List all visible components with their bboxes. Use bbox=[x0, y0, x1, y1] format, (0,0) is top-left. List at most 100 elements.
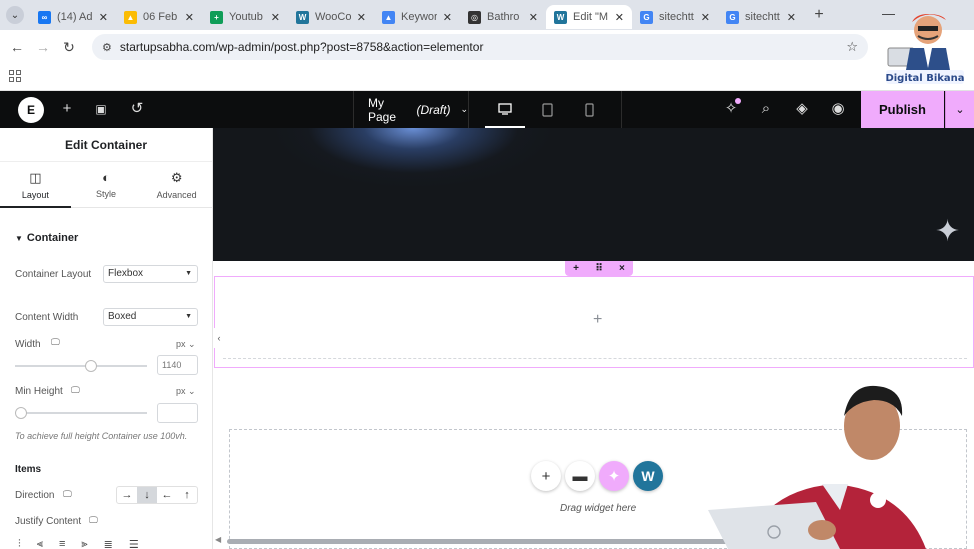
panel-tabs: ◫ Layout ◐ Style ⚙ Advanced bbox=[0, 162, 212, 208]
scroll-left-icon[interactable]: ◀ bbox=[215, 535, 221, 544]
close-tab-icon[interactable]: ✕ bbox=[701, 11, 710, 24]
close-tab-icon[interactable]: ✕ bbox=[185, 11, 194, 24]
width-input[interactable]: 1140 bbox=[157, 355, 198, 375]
tablet-view-button[interactable] bbox=[527, 91, 567, 128]
apps-grid-icon[interactable] bbox=[9, 70, 21, 82]
close-tab-icon[interactable]: ✕ bbox=[357, 11, 366, 24]
chevron-down-icon: ▼ bbox=[185, 270, 192, 277]
tab-style[interactable]: ◐ Style bbox=[71, 162, 142, 207]
elementor-logo-icon[interactable]: E bbox=[18, 97, 44, 123]
close-tab-icon[interactable]: ✕ bbox=[271, 11, 280, 24]
min-height-input[interactable] bbox=[157, 403, 198, 423]
close-tab-icon[interactable]: ✕ bbox=[443, 11, 452, 24]
history-icon[interactable]: ↺ bbox=[128, 100, 146, 118]
mobile-view-button[interactable] bbox=[569, 91, 609, 128]
direction-option-button[interactable]: → bbox=[117, 487, 137, 503]
forward-icon[interactable]: → bbox=[30, 39, 56, 55]
width-slider-handle[interactable] bbox=[84, 360, 97, 372]
add-section-button[interactable]: + bbox=[531, 461, 561, 491]
tab-favicon-icon: ◎ bbox=[468, 10, 481, 24]
close-tab-icon[interactable]: ✕ bbox=[787, 11, 796, 24]
chevron-down-icon: ⌄ bbox=[460, 104, 468, 114]
notifications-icon[interactable]: ✧ bbox=[722, 98, 741, 118]
tab-label: Layout bbox=[21, 189, 49, 200]
wordpress-widget-button[interactable]: W bbox=[633, 461, 663, 491]
tab-favicon-icon: W bbox=[554, 10, 567, 24]
publish-button[interactable]: Publish bbox=[861, 91, 944, 128]
tab-title: sitechtt bbox=[659, 11, 694, 23]
tab-search-icon[interactable]: ⌄ bbox=[6, 6, 24, 24]
collapse-panel-icon[interactable]: ‹ bbox=[213, 328, 225, 348]
selected-container[interactable]: + bbox=[214, 276, 974, 368]
reload-icon[interactable]: ↻ bbox=[56, 39, 82, 56]
content-width-select[interactable]: Boxed ▼ bbox=[103, 308, 198, 326]
justify-option-button[interactable]: ⫶ bbox=[18, 538, 21, 549]
browser-tab[interactable]: ◎ Bathro ✕ bbox=[460, 5, 546, 29]
tab-advanced[interactable]: ⚙ Advanced bbox=[141, 162, 212, 207]
back-icon[interactable]: ← bbox=[4, 39, 30, 55]
mobile-icon bbox=[584, 102, 594, 117]
add-element-icon[interactable]: + bbox=[58, 100, 76, 118]
tab-title: Youtub bbox=[229, 11, 263, 23]
browser-tab[interactable]: W Edit "M ✕ bbox=[546, 5, 632, 29]
direction-option-button[interactable]: ↑ bbox=[177, 487, 197, 503]
justify-option-button[interactable]: ⫷ bbox=[37, 538, 43, 549]
address-bar[interactable]: ⚙ startupsabha.com/wp-admin/post.php?pos… bbox=[92, 34, 868, 60]
desktop-view-button[interactable] bbox=[485, 91, 525, 128]
delete-container-button[interactable]: × bbox=[619, 263, 625, 274]
drag-handle-icon[interactable]: ⠿ bbox=[595, 263, 603, 274]
device-switcher bbox=[469, 91, 622, 128]
site-info-icon[interactable]: ⚙ bbox=[102, 41, 112, 54]
container-section-toggle[interactable]: ▼ Container bbox=[15, 232, 78, 244]
responsive-desktop-icon[interactable]: 🖵 bbox=[63, 489, 72, 500]
min-height-unit-select[interactable]: px ⌄ bbox=[176, 386, 196, 397]
search-icon[interactable]: ⌕ bbox=[757, 100, 775, 118]
browser-tab[interactable]: Gsitechtt ✕ bbox=[718, 5, 804, 29]
browser-tab[interactable]: Gsitechtt ✕ bbox=[632, 5, 718, 29]
hero-section[interactable] bbox=[213, 128, 974, 261]
container-toolbar: + ⠿ × bbox=[565, 261, 633, 276]
bookmark-star-icon[interactable]: ☆ bbox=[846, 39, 858, 55]
width-unit-select[interactable]: px ⌄ bbox=[176, 339, 196, 350]
browser-tab[interactable]: ▲ 06 Feb ✕ bbox=[116, 5, 202, 29]
ai-generate-button[interactable]: ✦ bbox=[599, 461, 629, 491]
close-tab-icon[interactable]: ✕ bbox=[529, 11, 538, 24]
scrollbar-thumb[interactable] bbox=[227, 539, 747, 544]
justify-option-button[interactable]: ≡ bbox=[59, 538, 65, 549]
page-settings-icon[interactable]: ▣ bbox=[92, 100, 110, 118]
justify-option-button[interactable]: ≣ bbox=[104, 538, 113, 549]
container-layout-select[interactable]: Flexbox ▼ bbox=[103, 265, 198, 283]
browser-tab[interactable]: ∞ (14) Ad ✕ bbox=[30, 5, 116, 29]
justify-option-button[interactable]: ⫸ bbox=[81, 538, 87, 549]
direction-label: Direction bbox=[15, 490, 55, 501]
close-tab-icon[interactable]: ✕ bbox=[615, 11, 624, 24]
min-height-slider-handle[interactable] bbox=[15, 407, 27, 419]
add-element-plus-icon[interactable]: + bbox=[593, 311, 602, 329]
templates-folder-button[interactable]: ▬ bbox=[565, 461, 595, 491]
add-container-button[interactable]: + bbox=[573, 263, 579, 274]
content-width-label: Content Width bbox=[15, 312, 79, 323]
tab-favicon-icon: + bbox=[210, 10, 223, 24]
width-slider[interactable] bbox=[15, 360, 147, 372]
browser-tab[interactable]: + Youtub ✕ bbox=[202, 5, 288, 29]
justify-option-button[interactable]: ☰ bbox=[129, 538, 139, 549]
preview-eye-icon[interactable]: ◉ bbox=[829, 100, 847, 118]
publish-options-chevron-icon[interactable]: ⌄ bbox=[945, 91, 974, 128]
page-title-dropdown[interactable]: My Page (Draft) ⌄ bbox=[353, 91, 469, 128]
responsive-desktop-icon[interactable]: 🖵 bbox=[51, 337, 60, 348]
close-tab-icon[interactable]: ✕ bbox=[99, 11, 108, 24]
edit-container-panel: Edit Container ◫ Layout ◐ Style ⚙ Advanc… bbox=[0, 128, 213, 549]
responsive-desktop-icon[interactable]: 🖵 bbox=[89, 515, 98, 526]
tab-title: (14) Ad bbox=[57, 11, 93, 23]
direction-button-group: → ↓ ← ↑ bbox=[116, 486, 198, 504]
new-tab-button[interactable]: + bbox=[808, 6, 830, 24]
direction-option-button[interactable]: ↓ bbox=[137, 487, 157, 503]
tab-layout[interactable]: ◫ Layout bbox=[0, 162, 71, 208]
min-height-slider[interactable] bbox=[15, 407, 147, 419]
responsive-desktop-icon[interactable]: 🖵 bbox=[71, 385, 80, 396]
browser-tab[interactable]: ▲ Keywor ✕ bbox=[374, 5, 460, 29]
browser-tab[interactable]: W WooCo ✕ bbox=[288, 5, 374, 29]
structure-layers-icon[interactable]: ◈ bbox=[793, 100, 811, 118]
direction-option-button[interactable]: ← bbox=[157, 487, 177, 503]
gear-icon: ⚙ bbox=[170, 169, 183, 185]
